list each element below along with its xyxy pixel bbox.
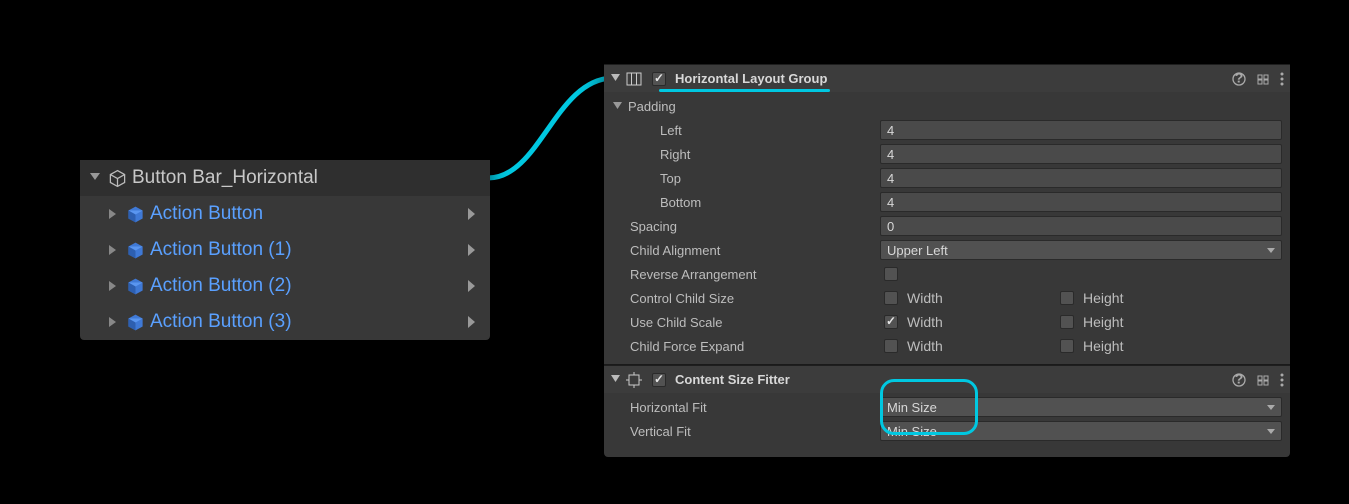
foldout-icon[interactable] <box>106 281 120 291</box>
property-row-force-expand: Child Force Expand Width Height <box>604 334 1290 358</box>
number-field-bottom[interactable]: 4 <box>880 192 1282 212</box>
property-row-horizontal-fit: Horizontal Fit Min Size <box>604 395 1290 419</box>
hierarchy-item-label: Action Button <box>150 203 458 225</box>
checkbox-expand-width[interactable] <box>884 339 898 353</box>
component-title: Horizontal Layout Group <box>675 71 1226 86</box>
prefab-icon <box>124 203 146 225</box>
property-label: Use Child Scale <box>630 315 880 330</box>
hierarchy-row-child[interactable]: Action Button (1) <box>80 232 490 268</box>
number-field-right[interactable]: 4 <box>880 144 1282 164</box>
dropdown-vertical-fit[interactable]: Min Size <box>880 421 1282 441</box>
open-prefab-icon[interactable] <box>462 244 482 256</box>
hierarchy-item-label: Action Button (1) <box>150 239 458 261</box>
foldout-icon[interactable] <box>106 245 120 255</box>
component-header-hlg[interactable]: Horizontal Layout Group ? <box>604 64 1290 92</box>
hierarchy-panel: Button Bar_Horizontal Action Button Acti… <box>80 160 490 340</box>
checkbox-label: Height <box>1083 338 1123 354</box>
dropdown-child-alignment[interactable]: Upper Left <box>880 240 1282 260</box>
foldout-icon[interactable] <box>106 317 120 327</box>
checkbox-label: Width <box>907 314 943 330</box>
property-row-vertical-fit: Vertical Fit Min Size <box>604 419 1290 443</box>
number-field-top[interactable]: 4 <box>880 168 1282 188</box>
property-label: Vertical Fit <box>630 424 880 439</box>
property-label: Child Alignment <box>630 243 880 258</box>
property-row-top: Top 4 <box>604 166 1290 190</box>
property-row-child-alignment: Child Alignment Upper Left <box>604 238 1290 262</box>
property-label: Horizontal Fit <box>630 400 880 415</box>
prefab-icon <box>124 239 146 261</box>
property-label: Control Child Size <box>630 291 880 306</box>
checkbox-label: Width <box>907 338 943 354</box>
number-field-left[interactable]: 4 <box>880 120 1282 140</box>
hierarchy-row-parent[interactable]: Button Bar_Horizontal <box>80 160 490 196</box>
checkbox-label: Height <box>1083 314 1123 330</box>
open-prefab-icon[interactable] <box>462 208 482 220</box>
preset-icon[interactable] <box>1256 72 1270 86</box>
content-size-fitter-icon <box>626 372 642 388</box>
kebab-menu-icon[interactable] <box>1280 72 1284 86</box>
property-label: Padding <box>628 99 878 114</box>
hierarchy-row-child[interactable]: Action Button <box>80 196 490 232</box>
hierarchy-item-label: Action Button (2) <box>150 275 458 297</box>
property-label: Spacing <box>630 219 880 234</box>
checkbox-expand-height[interactable] <box>1060 339 1074 353</box>
property-label: Top <box>660 171 880 186</box>
property-row-right: Right 4 <box>604 142 1290 166</box>
property-row-left: Left 4 <box>604 118 1290 142</box>
foldout-icon[interactable] <box>106 209 120 219</box>
checkbox-control-height[interactable] <box>1060 291 1074 305</box>
dropdown-horizontal-fit[interactable]: Min Size <box>880 397 1282 417</box>
property-label: Right <box>660 147 880 162</box>
property-row-spacing: Spacing 0 <box>604 214 1290 238</box>
open-prefab-icon[interactable] <box>462 280 482 292</box>
annotation-underline <box>659 89 830 92</box>
property-label: Child Force Expand <box>630 339 880 354</box>
foldout-icon[interactable] <box>610 375 620 384</box>
property-row-bottom: Bottom 4 <box>604 190 1290 214</box>
checkbox-label: Width <box>907 290 943 306</box>
preset-icon[interactable] <box>1256 373 1270 387</box>
kebab-menu-icon[interactable] <box>1280 373 1284 387</box>
prefab-icon <box>124 311 146 333</box>
prefab-icon <box>124 275 146 297</box>
checkbox-scale-width[interactable] <box>884 315 898 329</box>
open-prefab-icon[interactable] <box>462 316 482 328</box>
inspector-panel: Horizontal Layout Group ? Padding Left 4… <box>604 64 1290 457</box>
help-icon[interactable]: ? <box>1232 373 1246 387</box>
checkbox-control-width[interactable] <box>884 291 898 305</box>
help-icon[interactable]: ? <box>1232 72 1246 86</box>
padding-foldout[interactable]: Padding <box>604 94 1290 118</box>
hierarchy-row-child[interactable]: Action Button (3) <box>80 304 490 340</box>
property-row-reverse: Reverse Arrangement <box>604 262 1290 286</box>
svg-text:?: ? <box>1235 373 1244 387</box>
property-row-use-child-scale: Use Child Scale Width Height <box>604 310 1290 334</box>
property-label: Bottom <box>660 195 880 210</box>
foldout-icon[interactable] <box>88 173 102 183</box>
number-field-spacing[interactable]: 0 <box>880 216 1282 236</box>
component-enabled-checkbox[interactable] <box>652 373 666 387</box>
component-header-csf[interactable]: Content Size Fitter ? <box>604 365 1290 393</box>
layout-group-icon <box>626 71 642 87</box>
gameobject-icon <box>106 167 128 189</box>
foldout-icon[interactable] <box>612 102 622 111</box>
component-title: Content Size Fitter <box>675 372 1226 387</box>
hierarchy-item-label: Action Button (3) <box>150 311 458 333</box>
property-label: Reverse Arrangement <box>630 267 880 282</box>
hierarchy-row-child[interactable]: Action Button (2) <box>80 268 490 304</box>
checkbox-reverse[interactable] <box>884 267 898 281</box>
checkbox-label: Height <box>1083 290 1123 306</box>
checkbox-scale-height[interactable] <box>1060 315 1074 329</box>
foldout-icon[interactable] <box>610 74 620 83</box>
hierarchy-item-label: Button Bar_Horizontal <box>132 167 482 189</box>
property-row-control-child: Control Child Size Width Height <box>604 286 1290 310</box>
svg-text:?: ? <box>1235 72 1244 86</box>
component-enabled-checkbox[interactable] <box>652 72 666 86</box>
property-label: Left <box>660 123 880 138</box>
